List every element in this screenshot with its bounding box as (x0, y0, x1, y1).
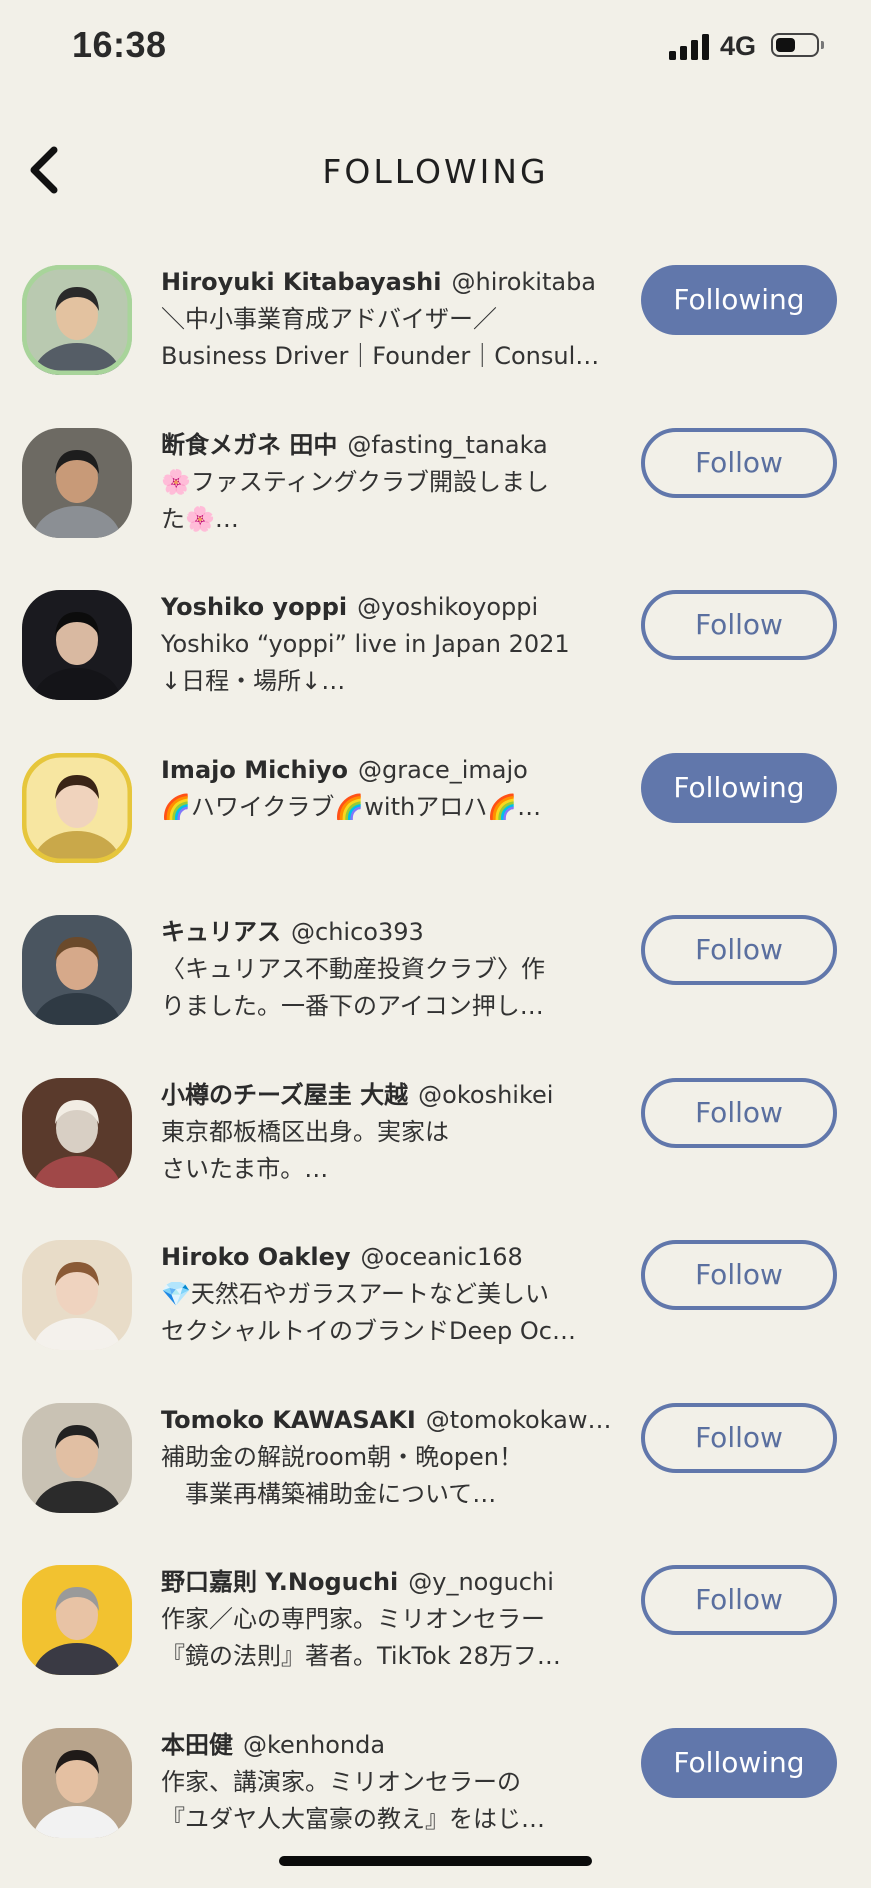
user-info: Hiroko Oakley @oceanic168 💎天然石やガラスアートなど美し… (161, 1238, 615, 1350)
avatar[interactable] (22, 590, 132, 700)
user-list: Hiroyuki Kitabayashi @hirokitaba ＼中小事業育成ア… (0, 263, 871, 1888)
avatar[interactable] (22, 1078, 132, 1188)
user-name[interactable]: 小樽のチーズ屋圭 大越 (161, 1081, 408, 1109)
user-bio: 🌈ハワイクラブ🌈withアロハ🌈… (161, 789, 615, 826)
name-line: 断食メガネ 田中 @fasting_tanaka (161, 426, 615, 464)
name-line: Tomoko KAWASAKI @tomokokaw… (161, 1401, 615, 1439)
user-info: Yoshiko yoppi @yoshikoyoppi Yoshiko “yopp… (161, 588, 615, 700)
user-bio: Yoshiko “yoppi” live in Japan 2021 ↓日程・場… (161, 626, 615, 700)
user-name[interactable]: 野口嘉則 Y.Noguchi (161, 1568, 398, 1596)
user-handle: @hirokitaba (451, 268, 596, 296)
name-line: Yoshiko yoppi @yoshikoyoppi (161, 588, 615, 626)
user-bio: ＼中小事業育成アドバイザー／ Business Driver｜Founder｜C… (161, 301, 615, 375)
user-row[interactable]: キュリアス @chico393 〈キュリアス不動産投資クラブ〉作 りました。一番下… (0, 913, 871, 1076)
user-bio: 作家、講演家。ミリオンセラーの 『ユダヤ人大富豪の教え』をはじ… (161, 1764, 615, 1838)
follow-button[interactable]: Follow (641, 915, 837, 985)
following-button[interactable]: Following (641, 265, 837, 335)
user-row[interactable]: 断食メガネ 田中 @fasting_tanaka 🌸ファスティングクラブ開設しまし… (0, 426, 871, 589)
user-name[interactable]: Hiroko Oakley (161, 1243, 351, 1271)
user-handle: @fasting_tanaka (347, 431, 547, 459)
avatar[interactable] (22, 1565, 132, 1675)
user-name[interactable]: 断食メガネ 田中 (161, 431, 337, 459)
signal-icon (669, 32, 711, 60)
user-info: 本田健 @kenhonda 作家、講演家。ミリオンセラーの 『ユダヤ人大富豪の教え… (161, 1726, 615, 1838)
avatar[interactable] (22, 428, 132, 538)
user-handle: @grace_imajo (358, 756, 528, 784)
name-line: Hiroko Oakley @oceanic168 (161, 1238, 615, 1276)
user-bio: 作家／心の専門家。ミリオンセラー 『鏡の法則』著者。TikTok 28万フ… (161, 1601, 615, 1675)
network-label: 4G (720, 31, 756, 62)
user-bio: 🌸ファスティングクラブ開設しまし た🌸… (161, 464, 615, 538)
user-row[interactable]: Hiroyuki Kitabayashi @hirokitaba ＼中小事業育成ア… (0, 263, 871, 426)
follow-button[interactable]: Follow (641, 428, 837, 498)
user-handle: @yoshikoyoppi (357, 593, 538, 621)
follow-button[interactable]: Follow (641, 590, 837, 660)
battery-level (776, 38, 795, 52)
user-bio: 💎天然石やガラスアートなど美しい セクシャルトイのブランドDeep Oc… (161, 1276, 615, 1350)
user-row[interactable]: Imajo Michiyo @grace_imajo 🌈ハワイクラブ🌈withアロ… (0, 751, 871, 914)
user-row[interactable]: 野口嘉則 Y.Noguchi @y_noguchi 作家／心の専門家。ミリオンセラ… (0, 1563, 871, 1726)
user-row[interactable]: Yoshiko yoppi @yoshikoyoppi Yoshiko “yopp… (0, 588, 871, 751)
avatar[interactable] (22, 265, 132, 375)
name-line: 小樽のチーズ屋圭 大越 @okoshikei (161, 1076, 615, 1114)
avatar[interactable] (22, 1728, 132, 1838)
user-name[interactable]: Hiroyuki Kitabayashi (161, 268, 441, 296)
user-bio: 〈キュリアス不動産投資クラブ〉作 りました。一番下のアイコン押し… (161, 951, 615, 1025)
avatar[interactable] (22, 1403, 132, 1513)
avatar[interactable] (22, 1240, 132, 1350)
user-name[interactable]: Tomoko KAWASAKI (161, 1406, 416, 1434)
user-info: Hiroyuki Kitabayashi @hirokitaba ＼中小事業育成ア… (161, 263, 615, 375)
name-line: 本田健 @kenhonda (161, 1726, 615, 1764)
following-button[interactable]: Following (641, 1728, 837, 1798)
user-handle: @chico393 (291, 918, 424, 946)
user-name[interactable]: Imajo Michiyo (161, 756, 348, 784)
user-info: Imajo Michiyo @grace_imajo 🌈ハワイクラブ🌈withアロ… (161, 751, 615, 826)
user-name[interactable]: Yoshiko yoppi (161, 593, 347, 621)
name-line: Imajo Michiyo @grace_imajo (161, 751, 615, 789)
user-info: 断食メガネ 田中 @fasting_tanaka 🌸ファスティングクラブ開設しまし… (161, 426, 615, 538)
following-button[interactable]: Following (641, 753, 837, 823)
user-name[interactable]: 本田健 (161, 1731, 233, 1759)
user-row[interactable]: 小樽のチーズ屋圭 大越 @okoshikei 東京都板橋区出身。実家は さいたま市… (0, 1076, 871, 1239)
follow-button[interactable]: Follow (641, 1565, 837, 1635)
name-line: キュリアス @chico393 (161, 913, 615, 951)
user-handle: @oceanic168 (361, 1243, 523, 1271)
header: FOLLOWING (0, 130, 871, 210)
user-info: キュリアス @chico393 〈キュリアス不動産投資クラブ〉作 りました。一番下… (161, 913, 615, 1025)
user-row[interactable]: Tomoko KAWASAKI @tomokokaw… 補助金の解説room朝・晩… (0, 1401, 871, 1564)
user-row[interactable]: Hiroko Oakley @oceanic168 💎天然石やガラスアートなど美し… (0, 1238, 871, 1401)
user-name[interactable]: キュリアス (161, 918, 281, 946)
user-info: Tomoko KAWASAKI @tomokokaw… 補助金の解説room朝・晩… (161, 1401, 615, 1513)
user-bio: 補助金の解説room朝・晩open！ 事業再構築補助金について… (161, 1439, 615, 1513)
user-info: 野口嘉則 Y.Noguchi @y_noguchi 作家／心の専門家。ミリオンセラ… (161, 1563, 615, 1675)
follow-button[interactable]: Follow (641, 1078, 837, 1148)
page-title: FOLLOWING (0, 152, 871, 191)
user-handle: @okoshikei (418, 1081, 553, 1109)
user-bio: 東京都板橋区出身。実家は さいたま市。… (161, 1114, 615, 1188)
status-bar: 16:38 4G (0, 0, 871, 96)
home-indicator[interactable] (279, 1856, 592, 1866)
follow-button[interactable]: Follow (641, 1240, 837, 1310)
status-time: 16:38 (72, 24, 167, 66)
avatar[interactable] (22, 915, 132, 1025)
name-line: Hiroyuki Kitabayashi @hirokitaba (161, 263, 615, 301)
avatar[interactable] (22, 753, 132, 863)
battery-icon (771, 33, 819, 57)
follow-button[interactable]: Follow (641, 1403, 837, 1473)
user-handle: @kenhonda (243, 1731, 385, 1759)
user-handle: @tomokokaw… (426, 1406, 612, 1434)
user-handle: @y_noguchi (408, 1568, 554, 1596)
name-line: 野口嘉則 Y.Noguchi @y_noguchi (161, 1563, 615, 1601)
user-info: 小樽のチーズ屋圭 大越 @okoshikei 東京都板橋区出身。実家は さいたま市… (161, 1076, 615, 1188)
